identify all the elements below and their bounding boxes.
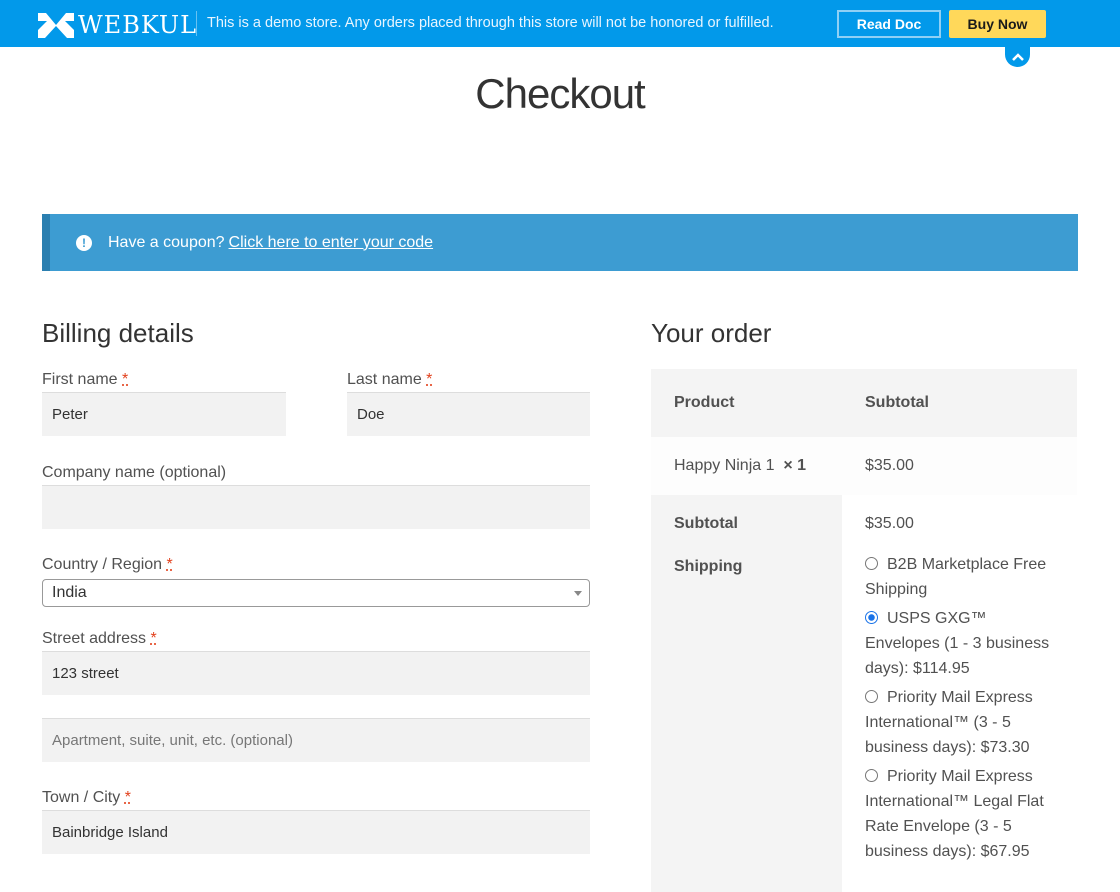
read-doc-button[interactable]: Read Doc <box>837 10 941 38</box>
coupon-text: Have a coupon? <box>108 233 225 251</box>
coupon-notice: ! Have a coupon? Click here to enter you… <box>42 214 1078 271</box>
info-icon: ! <box>76 234 92 251</box>
product-name: Happy Ninja 1 × 1 <box>674 457 807 474</box>
country-select[interactable]: India <box>42 579 590 607</box>
shipping-option[interactable]: Priority Mail Express International™ (3 … <box>865 685 1077 760</box>
shipping-options: B2B Marketplace Free Shipping USPS GXG™ … <box>842 552 1077 892</box>
page-title: Checkout <box>475 70 645 117</box>
webkul-logo-icon <box>38 12 74 38</box>
last-name-input[interactable]: Doe <box>347 392 590 436</box>
subtotal-label: Subtotal <box>651 495 842 552</box>
shipping-row: Shipping B2B Marketplace Free Shipping U… <box>651 552 1077 892</box>
brand-name: WEBKUL <box>78 11 198 39</box>
divider <box>196 11 197 36</box>
company-label: Company name (optional) <box>42 464 227 481</box>
city-label: Town / City * <box>42 789 131 806</box>
column-subtotal: Subtotal <box>865 394 929 411</box>
radio-button[interactable] <box>865 557 878 570</box>
radio-button[interactable] <box>865 690 878 703</box>
first-name-label: First name * <box>42 371 129 388</box>
shipping-option[interactable]: B2B Marketplace Free Shipping <box>865 552 1077 602</box>
street-address-input[interactable]: 123 street <box>42 651 590 695</box>
subtotal-row: Subtotal $35.00 <box>651 495 1077 552</box>
shipping-option[interactable]: USPS GXG™ Envelopes (1 - 3 business days… <box>865 606 1077 681</box>
country-label: Country / Region * <box>42 556 173 573</box>
street-label: Street address * <box>42 630 157 647</box>
radio-button[interactable] <box>865 769 878 782</box>
city-input[interactable]: Bainbridge Island <box>42 810 590 854</box>
last-name-label: Last name * <box>347 371 433 388</box>
demo-topbar: WEBKUL This is a demo store. Any orders … <box>0 0 1120 47</box>
first-name-input[interactable]: Peter <box>42 392 286 436</box>
order-title: Your order <box>651 318 772 348</box>
collapse-topbar-button[interactable] <box>1005 47 1030 67</box>
table-header: Product Subtotal <box>651 369 1077 437</box>
apartment-input[interactable]: Apartment, suite, unit, etc. (optional) <box>42 718 590 762</box>
enter-coupon-link[interactable]: Click here to enter your code <box>229 234 434 252</box>
product-price: $35.00 <box>865 457 914 474</box>
company-input[interactable] <box>42 485 590 529</box>
chevron-up-icon <box>1011 53 1024 61</box>
table-row: Happy Ninja 1 × 1 $35.00 <box>651 437 1077 495</box>
column-product: Product <box>674 394 735 411</box>
dropdown-arrow-icon <box>574 591 582 596</box>
billing-title: Billing details <box>42 318 194 348</box>
webkul-logo[interactable]: WEBKUL <box>38 11 197 39</box>
radio-button-selected[interactable] <box>865 611 878 624</box>
shipping-label: Shipping <box>651 552 842 892</box>
subtotal-value: $35.00 <box>865 514 914 532</box>
buy-now-button[interactable]: Buy Now <box>949 10 1046 38</box>
shipping-option[interactable]: Priority Mail Express International™ Leg… <box>865 764 1077 864</box>
demo-notice: This is a demo store. Any orders placed … <box>207 15 774 31</box>
order-review-table: Product Subtotal Happy Ninja 1 × 1 $35.0… <box>651 369 1077 892</box>
